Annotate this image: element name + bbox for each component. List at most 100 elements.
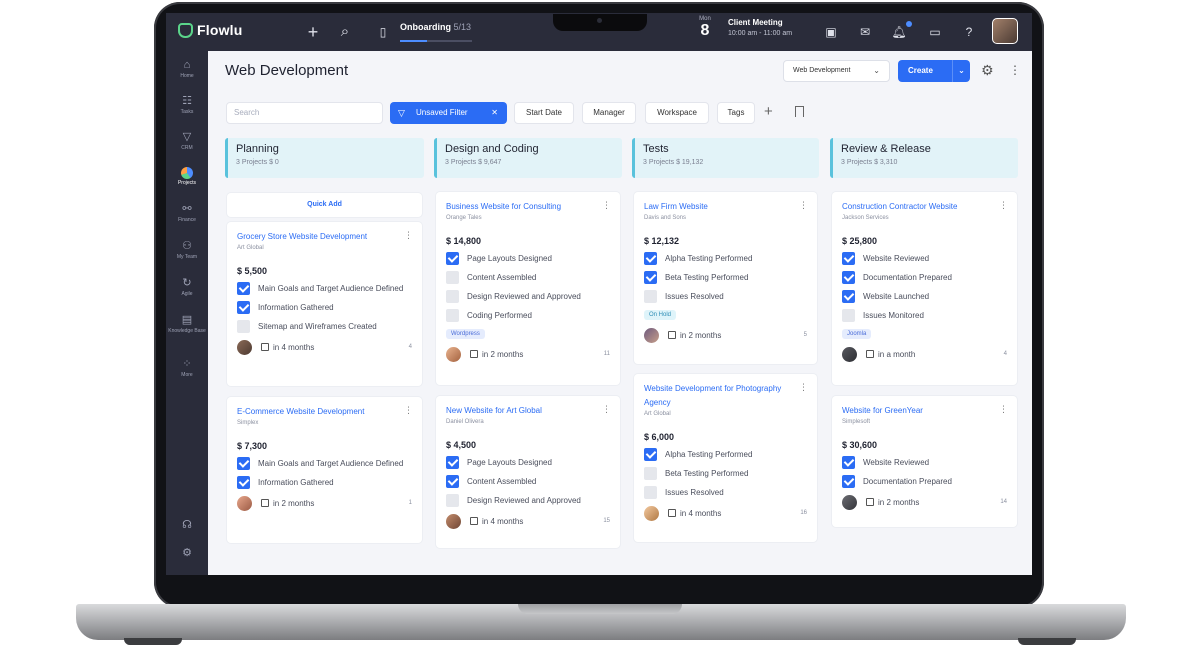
task-checkbox[interactable]: [842, 456, 855, 469]
task-checkbox[interactable]: [842, 252, 855, 265]
task-checkbox[interactable]: [842, 290, 855, 303]
card-menu-icon[interactable]: ⋮: [602, 200, 611, 211]
assignee-avatar[interactable]: [842, 347, 857, 362]
quick-add-button[interactable]: Quick Add: [227, 193, 422, 217]
task-checkbox[interactable]: [644, 271, 657, 284]
assignee-avatar[interactable]: [237, 496, 252, 511]
task-checkbox[interactable]: [237, 301, 250, 314]
mail-icon[interactable]: ✉: [856, 23, 874, 41]
card-menu-icon[interactable]: ⋮: [799, 200, 808, 211]
card-title[interactable]: Construction Contractor Website: [842, 200, 1007, 214]
project-card[interactable]: Business Website for Consulting ⋮ Orange…: [436, 192, 620, 385]
task-checkbox[interactable]: [644, 448, 657, 461]
search-input[interactable]: Search: [226, 102, 383, 124]
start-date-filter[interactable]: Start Date: [514, 102, 574, 124]
sidebar-support[interactable]: ☊: [166, 519, 208, 532]
create-dropdown-chevron-icon[interactable]: ⌄: [952, 60, 970, 82]
clipboard-icon[interactable]: ▯: [374, 23, 392, 41]
task-label: Design Reviewed and Approved: [467, 496, 581, 505]
assignee-avatar[interactable]: [842, 495, 857, 510]
task-checkbox[interactable]: [842, 475, 855, 488]
task-checkbox[interactable]: [842, 309, 855, 322]
assignee-avatar[interactable]: [446, 347, 461, 362]
sidebar-item-home[interactable]: ⌂ Home: [166, 59, 208, 79]
date-widget[interactable]: Mon 8: [696, 16, 714, 39]
tags-filter[interactable]: Tags: [717, 102, 755, 124]
workspace-filter[interactable]: Workspace: [645, 102, 709, 124]
assignee-avatar[interactable]: [644, 328, 659, 343]
task-checkbox[interactable]: [644, 467, 657, 480]
card-title[interactable]: Website for GreenYear: [842, 404, 1007, 418]
add-filter-icon[interactable]: +: [764, 103, 773, 120]
next-meeting[interactable]: Client Meeting 10:00 am - 11:00 am: [728, 18, 792, 37]
card-menu-icon[interactable]: ⋮: [602, 404, 611, 415]
project-card[interactable]: Website Development for Photography Agen…: [634, 374, 817, 542]
sidebar-item-finance[interactable]: ⚯ Finance: [166, 203, 208, 223]
card-title[interactable]: New Website for Art Global: [446, 404, 610, 418]
task-checkbox[interactable]: [237, 320, 250, 333]
task-checkbox[interactable]: [446, 456, 459, 469]
card-menu-icon[interactable]: ⋮: [999, 200, 1008, 211]
assignee-avatar[interactable]: [237, 340, 252, 355]
task-checkbox[interactable]: [644, 252, 657, 265]
task-checkbox[interactable]: [237, 282, 250, 295]
project-card[interactable]: Construction Contractor Website ⋮ Jackso…: [832, 192, 1017, 385]
bookmark-icon[interactable]: [795, 106, 804, 117]
close-icon[interactable]: ✕: [491, 102, 498, 124]
project-card[interactable]: Grocery Store Website Development ⋮ Art …: [227, 222, 422, 386]
bell-icon[interactable]: 🔔︎: [890, 23, 908, 41]
gear-icon[interactable]: ⚙: [981, 62, 994, 79]
notes-icon[interactable]: ▣: [822, 23, 840, 41]
workspace-select-value: Web Development: [793, 67, 851, 74]
card-title[interactable]: E-Commerce Website Development: [237, 405, 412, 419]
task-checkbox[interactable]: [446, 494, 459, 507]
card-menu-icon[interactable]: ⋮: [999, 404, 1008, 415]
task-checkbox[interactable]: [446, 252, 459, 265]
card-title[interactable]: Website Development for Photography Agen…: [644, 382, 807, 410]
card-due: in a month: [866, 350, 915, 359]
project-card[interactable]: New Website for Art Global ⋮ Daniel Oliv…: [436, 396, 620, 548]
kebab-menu-icon[interactable]: ⋮: [1009, 63, 1021, 77]
chat-icon[interactable]: ▭: [926, 23, 944, 41]
sidebar-item-more[interactable]: ⁘ More: [166, 358, 208, 378]
help-icon[interactable]: ?: [960, 23, 978, 41]
plus-icon[interactable]: +: [304, 23, 322, 41]
create-button[interactable]: Create ⌄: [898, 60, 970, 82]
card-title[interactable]: Grocery Store Website Development: [237, 230, 412, 244]
sidebar-settings[interactable]: ⚙: [166, 547, 208, 560]
card-amount: $ 6,000: [644, 432, 675, 442]
user-avatar[interactable]: [992, 18, 1018, 44]
sidebar-item-knowledge-base[interactable]: ▤ Knowledge Base: [166, 314, 208, 334]
task-checkbox[interactable]: [644, 486, 657, 499]
app-logo[interactable]: Flowlu: [178, 22, 243, 38]
sidebar-item-agile[interactable]: ↻ Agile: [166, 277, 208, 297]
project-card[interactable]: E-Commerce Website Development ⋮ Simplex…: [227, 397, 422, 543]
project-card[interactable]: Website for GreenYear ⋮ Simplesoft $ 30,…: [832, 396, 1017, 527]
card-menu-icon[interactable]: ⋮: [404, 405, 413, 416]
task-checkbox[interactable]: [644, 290, 657, 303]
task-checkbox[interactable]: [237, 476, 250, 489]
search-icon[interactable]: ⌕: [336, 23, 354, 41]
card-title[interactable]: Business Website for Consulting: [446, 200, 610, 214]
task-checkbox[interactable]: [842, 271, 855, 284]
card-menu-icon[interactable]: ⋮: [404, 230, 413, 241]
assignee-avatar[interactable]: [644, 506, 659, 521]
task-checkbox[interactable]: [446, 290, 459, 303]
onboarding-widget[interactable]: Onboarding 5/13: [400, 22, 471, 32]
assignee-avatar[interactable]: [446, 514, 461, 529]
sidebar-item-crm[interactable]: ▽ CRM: [166, 131, 208, 151]
workspace-select[interactable]: Web Development ⌄: [783, 60, 890, 82]
sidebar-item-projects[interactable]: Projects: [166, 167, 208, 186]
task-checkbox[interactable]: [237, 457, 250, 470]
sidebar-item-tasks[interactable]: ☷ Tasks: [166, 95, 208, 115]
project-card[interactable]: Law Firm Website ⋮ Davis and Sons $ 12,1…: [634, 192, 817, 364]
task-checkbox[interactable]: [446, 475, 459, 488]
task-item: Design Reviewed and Approved: [446, 494, 610, 507]
card-title[interactable]: Law Firm Website: [644, 200, 807, 214]
sidebar-item-my-team[interactable]: ⚇ My Team: [166, 240, 208, 260]
task-checkbox[interactable]: [446, 271, 459, 284]
unsaved-filter-chip[interactable]: ▽ Unsaved Filter ✕: [390, 102, 507, 124]
manager-filter[interactable]: Manager: [582, 102, 636, 124]
card-menu-icon[interactable]: ⋮: [799, 382, 808, 393]
task-checkbox[interactable]: [446, 309, 459, 322]
